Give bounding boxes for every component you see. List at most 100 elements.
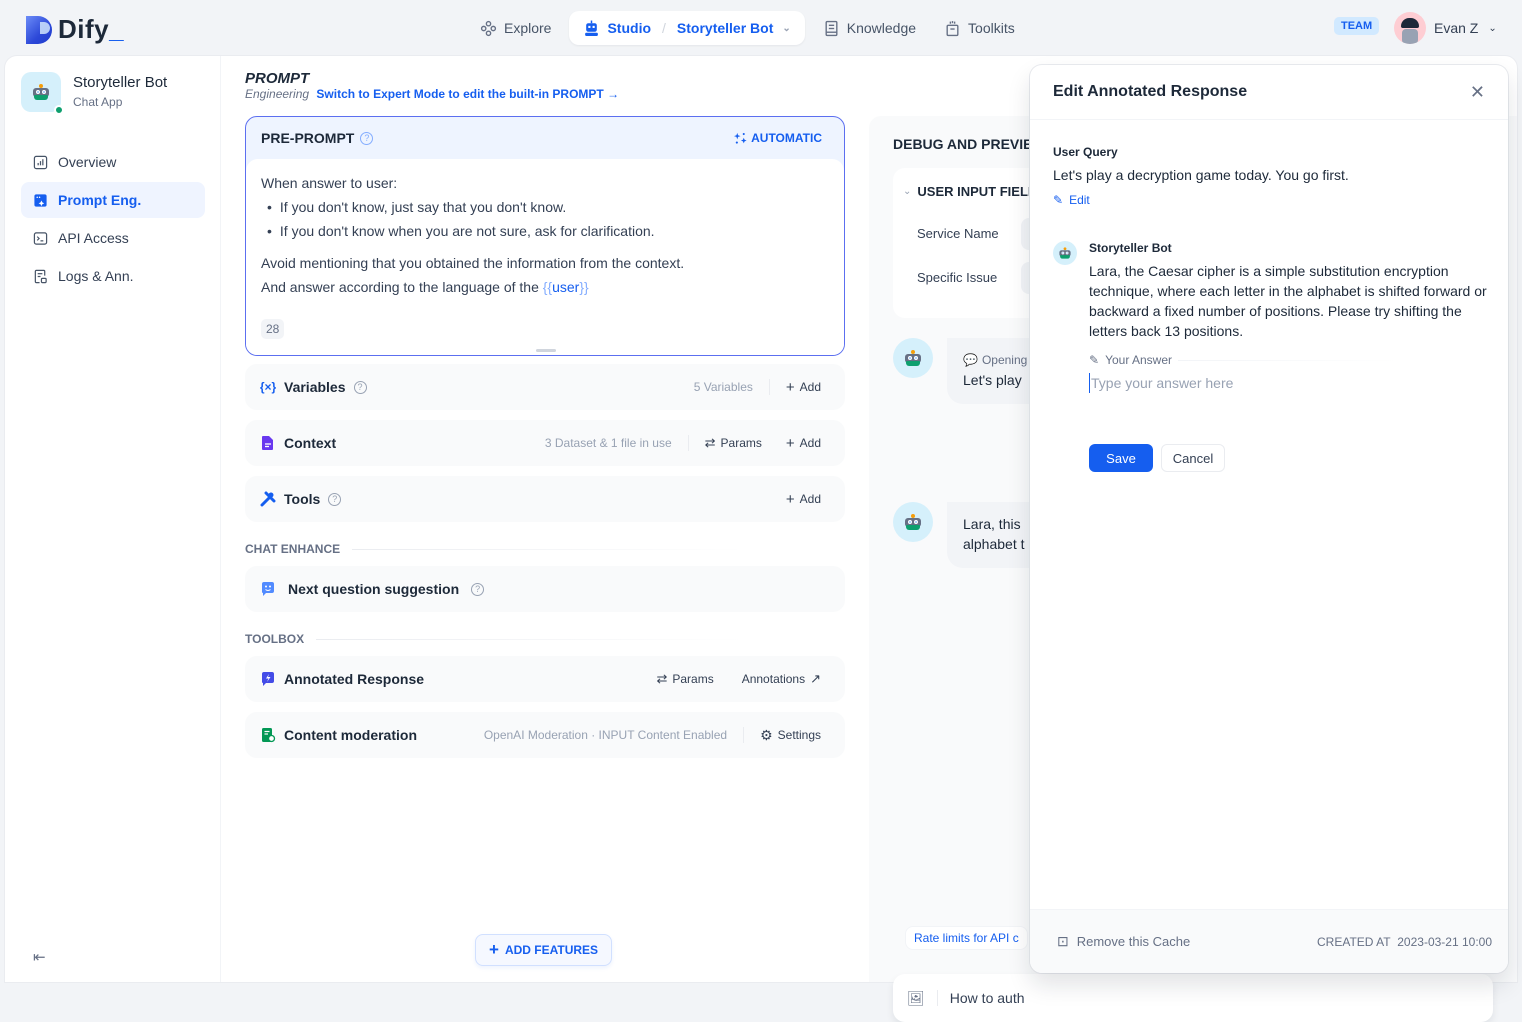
- remove-cache-button[interactable]: ⊡ Remove this Cache: [1057, 933, 1190, 950]
- user-menu[interactable]: Evan Z ⌄: [1394, 12, 1497, 44]
- online-status-dot: [54, 105, 64, 115]
- help-icon[interactable]: ?: [328, 492, 342, 506]
- image-upload-icon[interactable]: 🖼: [907, 990, 925, 1007]
- chart-icon: [33, 155, 48, 169]
- app-switcher[interactable]: Storyteller Bot: [677, 20, 773, 36]
- app-name: Storyteller Bot: [73, 74, 168, 91]
- collapse-sidebar-icon[interactable]: ⇤: [33, 948, 46, 966]
- app-type: Chat App: [73, 95, 123, 109]
- pre-prompt-editor: PRE-PROMPT ? AUTOMATIC When answer to us…: [245, 116, 845, 356]
- robot-icon: [1059, 247, 1072, 259]
- bot-avatar: [1053, 241, 1077, 265]
- annotation-bolt-icon: [262, 672, 274, 686]
- tools-section: Tools ? + Add: [245, 476, 845, 522]
- remove-cache-icon: ⊡: [1057, 933, 1069, 949]
- plus-icon: +: [785, 490, 795, 508]
- nav-explore[interactable]: Explore: [470, 11, 561, 45]
- user-avatar: [1394, 12, 1426, 44]
- toolbox-label: TOOLBOX: [245, 632, 745, 646]
- context-meta: 3 Dataset & 1 file in use: [544, 436, 672, 450]
- variable-icon: {×}: [259, 380, 277, 394]
- sliders-icon: ⇄: [656, 671, 668, 686]
- char-count: 28: [261, 319, 285, 339]
- pencil-icon: ✎: [1053, 193, 1064, 207]
- variables-count: 5 Variables: [693, 380, 753, 394]
- pencil-icon: ✎: [1089, 353, 1100, 367]
- your-answer-input[interactable]: [1089, 373, 1485, 393]
- bot-avatar: [893, 502, 933, 542]
- main-nav: Explore Studio / Storyteller Bot ⌄ Knowl…: [470, 11, 1025, 45]
- chat-input[interactable]: 🖼 How to auth: [893, 974, 1493, 1022]
- external-link-icon: ↗: [810, 671, 821, 686]
- add-context-button[interactable]: + Add: [786, 435, 821, 452]
- edit-query-button[interactable]: ✎ Edit: [1053, 193, 1453, 207]
- robot-icon: [585, 20, 599, 36]
- add-variable-button[interactable]: + Add: [786, 379, 821, 396]
- plus-icon: +: [785, 434, 795, 452]
- plus-icon: +: [785, 378, 795, 396]
- brand-name: Dify: [58, 14, 110, 44]
- modal-title: Edit Annotated Response: [1053, 83, 1248, 100]
- chevron-down-icon: ⌄: [903, 186, 912, 197]
- chat-enhance-label: CHAT ENHANCE: [245, 542, 745, 556]
- suggested-question[interactable]: Rate limits for API c: [905, 926, 1028, 950]
- next-question-section: Next question suggestion ?: [245, 566, 845, 612]
- chat-smile-icon: [262, 582, 274, 596]
- help-icon[interactable]: ?: [471, 582, 485, 596]
- pre-prompt-text[interactable]: When answer to user: If you don't know, …: [246, 159, 844, 355]
- user-query-block: User Query Let's play a decryption game …: [1053, 145, 1453, 207]
- modal-footer: ⊡ Remove this Cache CREATED AT 2023-03-21…: [1030, 909, 1508, 973]
- context-params-button[interactable]: ⇄ Params: [705, 435, 762, 451]
- plus-icon: +: [489, 940, 499, 959]
- sparkle-icon: [734, 132, 747, 144]
- robot-icon: [32, 84, 50, 100]
- add-tool-button[interactable]: + Add: [786, 491, 821, 508]
- chevron-down-icon: ⌄: [782, 22, 791, 34]
- nav-studio[interactable]: Studio / Storyteller Bot ⌄: [569, 11, 805, 45]
- sidebar-menu: Overview Prompt Eng. API Access Logs & A…: [21, 144, 205, 296]
- field-label-specific-issue: Specific Issue: [917, 270, 998, 285]
- robot-icon: [904, 350, 922, 366]
- variables-section: {×} Variables ? 5 Variables + Add: [245, 364, 845, 410]
- close-icon[interactable]: ✕: [1470, 82, 1485, 103]
- add-features-button[interactable]: + ADD FEATURES: [475, 934, 613, 966]
- dify-logo[interactable]: Dify_: [26, 14, 124, 45]
- user-input-fields-toggle[interactable]: ⌄ USER INPUT FIELD: [903, 184, 1037, 199]
- help-icon[interactable]: ?: [360, 131, 374, 145]
- prompt-subtitle: Engineering: [245, 87, 310, 101]
- variable-token: {{user}}: [542, 279, 589, 295]
- cancel-button[interactable]: Cancel: [1161, 444, 1225, 472]
- annotation-params-button[interactable]: ⇄ Params: [656, 671, 713, 687]
- user-query-text: Let's play a decryption game today. You …: [1053, 167, 1349, 183]
- explore-icon: [480, 20, 497, 36]
- logs-icon: [34, 269, 47, 283]
- save-button[interactable]: Save: [1089, 444, 1153, 472]
- robot-icon: [904, 514, 922, 530]
- nav-toolkits[interactable]: Toolkits: [934, 11, 1025, 45]
- app-avatar: [21, 72, 64, 115]
- nav-knowledge[interactable]: Knowledge: [813, 11, 926, 45]
- document-icon: [262, 436, 273, 450]
- sidebar-item-prompt-eng[interactable]: Prompt Eng.: [21, 182, 205, 218]
- sidebar-item-logs[interactable]: Logs & Ann.: [21, 258, 205, 294]
- help-icon[interactable]: ?: [353, 380, 367, 394]
- automatic-button[interactable]: AUTOMATIC: [734, 131, 822, 145]
- sidebar-item-overview[interactable]: Overview: [21, 144, 205, 180]
- sidebar-item-api-access[interactable]: API Access: [21, 220, 205, 256]
- field-label-service-name: Service Name: [917, 226, 999, 241]
- edit-annotated-response-modal: Edit Annotated Response ✕ User Query Let…: [1030, 65, 1508, 973]
- bot-avatar: [893, 338, 933, 378]
- tools-icon: [260, 491, 276, 507]
- resize-handle[interactable]: [536, 349, 556, 352]
- pre-prompt-label: PRE-PROMPT: [261, 130, 355, 146]
- annotations-link[interactable]: Annotations ↗: [742, 671, 821, 687]
- chevron-down-icon: ⌄: [1488, 22, 1497, 34]
- prompt-title: PROMPT: [245, 70, 310, 87]
- moderation-settings-button[interactable]: ⚙ Settings: [760, 727, 821, 744]
- expert-mode-link[interactable]: Switch to Expert Mode to edit the built-…: [316, 87, 619, 101]
- sliders-icon: ⇄: [704, 435, 716, 450]
- app-header: Storyteller Bot Chat App: [21, 72, 168, 115]
- gear-icon: ⚙: [760, 726, 773, 743]
- dify-logo-icon: [26, 15, 52, 44]
- book-icon: [825, 20, 838, 36]
